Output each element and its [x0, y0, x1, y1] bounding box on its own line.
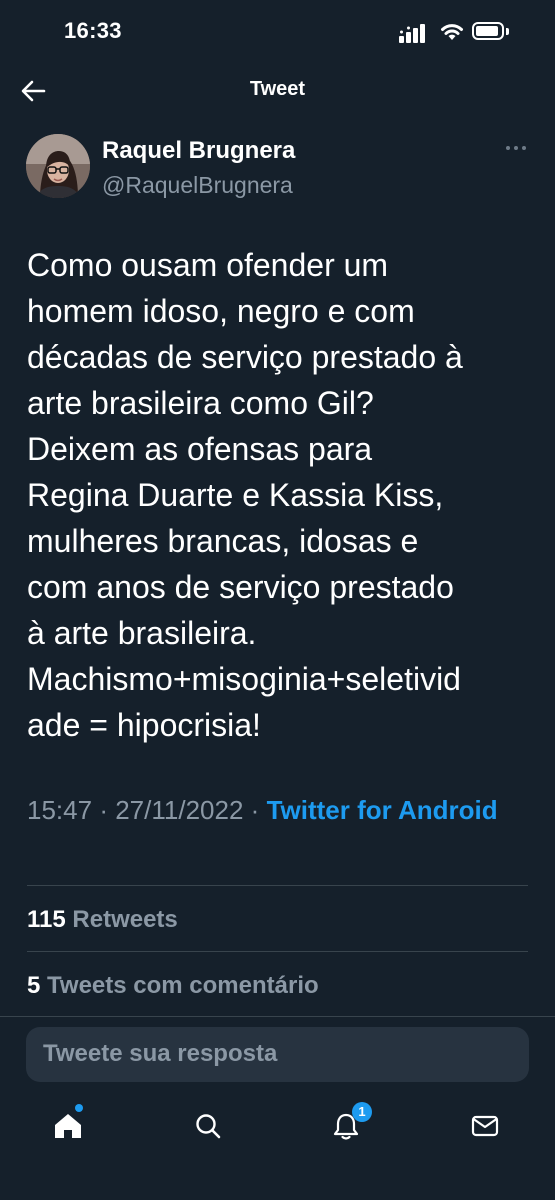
meta-separator: ·: [250, 795, 260, 825]
avatar-image: [26, 134, 90, 198]
quote-tweets-stat[interactable]: 5 Tweets com comentário: [27, 972, 319, 1000]
retweets-stat[interactable]: 115 Retweets: [27, 906, 178, 934]
quote-tweets-count: 5: [27, 972, 41, 999]
tweet-time: 15:47: [27, 795, 93, 825]
home-icon[interactable]: [48, 1106, 88, 1146]
tweet-source-link[interactable]: Twitter for Android: [267, 795, 498, 825]
author-handle[interactable]: @RaquelBrugnera: [102, 172, 293, 199]
divider: [27, 951, 528, 952]
retweets-count: 115: [27, 906, 66, 933]
messages-icon[interactable]: [465, 1106, 505, 1146]
reply-placeholder: Tweete sua resposta: [43, 1040, 278, 1067]
home-indicator-area: [0, 1160, 555, 1200]
status-bar: 16:33: [0, 0, 555, 66]
divider: [27, 885, 528, 886]
page-title: Tweet: [249, 78, 306, 100]
search-icon[interactable]: [188, 1106, 228, 1146]
nav-header: Tweet: [0, 66, 555, 116]
bottom-tab-bar: [0, 1092, 555, 1160]
cellular-signal-icon: [399, 24, 425, 43]
reply-input[interactable]: Tweete sua resposta: [26, 1027, 529, 1082]
status-time: 16:33: [64, 18, 122, 43]
battery-icon: [472, 22, 510, 42]
wifi-icon: [441, 24, 463, 40]
divider: [0, 1016, 555, 1017]
tweet-text: Como ousam ofender um homem idoso, negro…: [27, 247, 463, 743]
meta-separator: ·: [99, 795, 108, 825]
avatar[interactable]: [26, 134, 90, 198]
tweet-date: 27/11/2022: [115, 795, 244, 825]
author-name[interactable]: Raquel Brugnera: [102, 137, 295, 165]
quote-tweets-label: Tweets com comentário: [47, 972, 319, 999]
more-options-icon[interactable]: [506, 146, 528, 154]
home-new-indicator: [75, 1104, 83, 1112]
retweets-label: Retweets: [72, 906, 178, 933]
tweet-metadata: 15:47 · 27/11/2022 · Twitter for Android: [27, 792, 532, 829]
notifications-badge: 1: [352, 1102, 372, 1122]
